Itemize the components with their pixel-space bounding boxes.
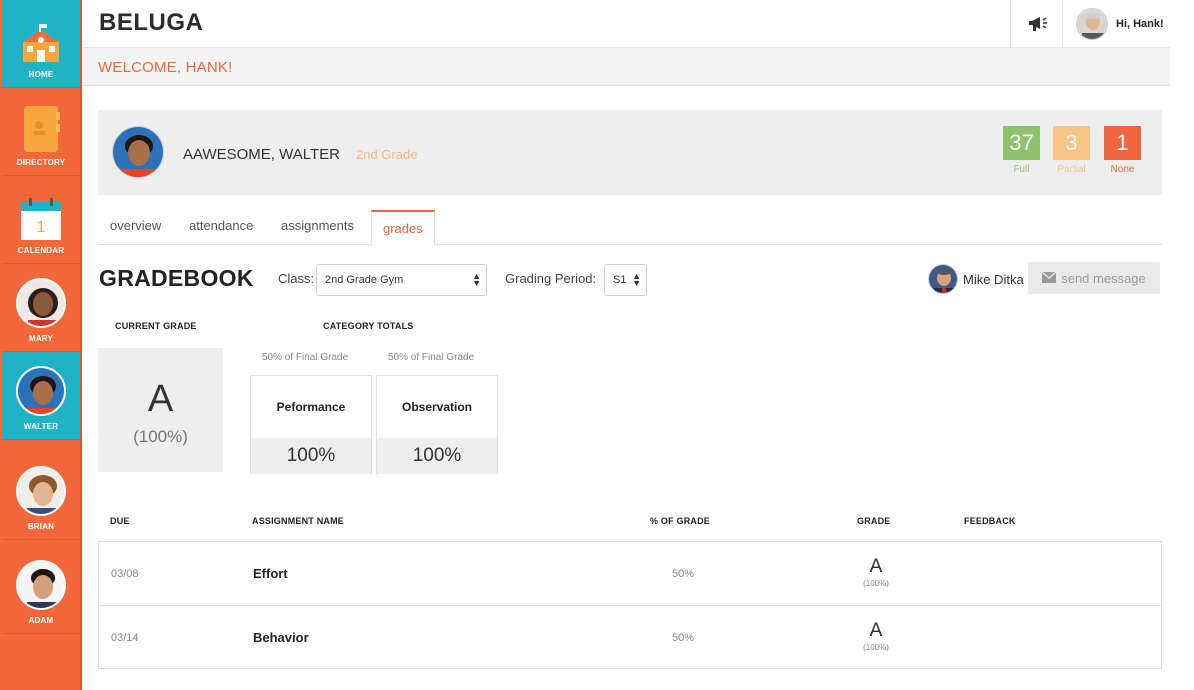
column-header-grade: GRADE xyxy=(857,516,891,526)
class-select-value: 2nd Grade Gym xyxy=(325,274,404,286)
sidebar-item-label: ADAM xyxy=(28,616,54,625)
tab-attendance[interactable]: attendance xyxy=(189,218,253,233)
welcome-bar: WELCOME, HANK! xyxy=(82,48,1170,86)
user-menu[interactable]: Hi, Hank! xyxy=(1076,8,1164,40)
stat-none: 1 None xyxy=(1104,126,1141,175)
category-totals-header: CATEGORY TOTALS xyxy=(323,321,414,331)
stat-full: 37 Full xyxy=(1003,126,1040,175)
category-weight-note: 50% of Final Grade xyxy=(388,352,475,363)
teacher-name: Mike Ditka xyxy=(963,271,1024,287)
calendar-icon: 1 xyxy=(21,198,61,240)
student-grade-level: 2nd Grade xyxy=(356,147,418,162)
assignment-grade: A (100%) xyxy=(851,556,901,588)
sidebar: HOME DIRECTORY 1 CALENDAR MARY WALTER BR… xyxy=(0,0,82,690)
page-title: GRADEBOOK xyxy=(99,265,254,291)
sidebar-item-label: HOME xyxy=(28,70,54,79)
grade-percent: (100%) xyxy=(863,643,889,652)
sidebar-item-directory[interactable]: DIRECTORY xyxy=(2,88,80,176)
category-value: 100% xyxy=(251,438,371,474)
current-grade-box: A (100%) xyxy=(98,348,223,472)
stat-partial: 3 Partial xyxy=(1053,126,1090,175)
svg-text:1: 1 xyxy=(37,219,46,236)
sidebar-item-label: WALTER xyxy=(23,422,59,431)
current-grade-letter: A xyxy=(147,378,174,420)
sidebar-item-brian[interactable]: BRIAN xyxy=(2,452,80,540)
column-header-percent-of-grade: % OF GRADE xyxy=(650,516,711,526)
category-name: Observation xyxy=(377,376,497,438)
school-icon xyxy=(19,24,63,64)
teacher-chip: Mike Ditka xyxy=(928,264,1024,294)
category-name: Peformance xyxy=(251,376,371,438)
sidebar-item-label: MARY xyxy=(28,334,54,343)
category-weight-note: 50% of Final Grade xyxy=(262,352,349,363)
select-caret-icon: ▲ ▼ xyxy=(632,271,641,288)
class-select[interactable]: 2nd Grade Gym ▲ ▼ xyxy=(316,264,487,296)
grading-period-label: Grading Period: xyxy=(505,271,597,286)
stat-value: 3 xyxy=(1053,126,1090,160)
assignments-table: 03/08 Effort 50% A (100%) 03/14 Behavior… xyxy=(98,541,1162,669)
send-message-button[interactable]: send message xyxy=(1028,262,1160,294)
avatar xyxy=(16,366,66,416)
directory-book-icon xyxy=(22,106,60,152)
select-caret-icon: ▲ ▼ xyxy=(472,271,481,288)
category-card-observation: Observation 100% xyxy=(376,375,498,474)
grading-period-value: S1 xyxy=(613,274,627,286)
avatar xyxy=(112,126,164,178)
stat-value: 37 xyxy=(1003,126,1040,160)
due-date: 03/14 xyxy=(111,632,139,644)
user-greeting: Hi, Hank! xyxy=(1116,18,1164,30)
assignment-name: Effort xyxy=(253,566,288,581)
due-date: 03/08 xyxy=(111,568,139,580)
sidebar-item-home[interactable]: HOME xyxy=(2,0,80,88)
percent-of-grade: 50% xyxy=(672,632,695,644)
table-row[interactable]: 03/08 Effort 50% A (100%) xyxy=(99,542,1161,605)
student-card: AAWESOME, WALTER 2nd Grade 37 Full 3 Par… xyxy=(98,110,1162,195)
megaphone-icon[interactable] xyxy=(1028,14,1050,34)
divider xyxy=(1010,0,1011,47)
student-name: AAWESOME, WALTER xyxy=(183,146,340,163)
avatar xyxy=(16,466,66,516)
class-label: Class: xyxy=(278,271,315,286)
sidebar-item-adam[interactable]: ADAM xyxy=(2,546,80,634)
tab-grades[interactable]: grades xyxy=(371,210,435,245)
tab-overview[interactable]: overview xyxy=(110,218,161,233)
table-row[interactable]: 03/14 Behavior 50% A (100%) xyxy=(99,605,1161,668)
grade-letter: A xyxy=(869,620,883,641)
assignment-grade: A (100%) xyxy=(851,620,901,652)
welcome-text: WELCOME, HANK! xyxy=(98,59,233,76)
avatar xyxy=(1076,8,1108,40)
envelope-icon xyxy=(1041,270,1057,286)
current-grade-header: CURRENT GRADE xyxy=(115,321,197,331)
tab-bar: overview attendance assignments grades xyxy=(98,210,1162,245)
sidebar-item-label: BRIAN xyxy=(27,522,55,531)
sidebar-item-walter[interactable]: WALTER xyxy=(2,352,80,440)
sidebar-item-mary[interactable]: MARY xyxy=(2,264,80,352)
avatar xyxy=(16,560,66,610)
sidebar-item-label: DIRECTORY xyxy=(16,158,66,167)
category-card-performance: Peformance 100% xyxy=(250,375,372,474)
grading-period-select[interactable]: S1 ▲ ▼ xyxy=(604,264,647,296)
avatar xyxy=(16,278,66,328)
avatar xyxy=(928,264,958,294)
current-grade-percent: (100%) xyxy=(133,427,188,446)
column-header-due: DUE xyxy=(110,516,130,526)
assignment-name: Behavior xyxy=(253,630,309,645)
grade-percent: (100%) xyxy=(863,579,889,588)
tab-assignments[interactable]: assignments xyxy=(281,218,354,233)
send-message-label: send message xyxy=(1061,270,1146,286)
percent-of-grade: 50% xyxy=(672,568,695,580)
column-header-feedback: FEEDBACK xyxy=(964,516,1016,526)
brand-logo: BELUGA xyxy=(99,9,204,36)
stat-label: Partial xyxy=(1057,164,1086,175)
column-header-assignment-name: ASSIGNMENT NAME xyxy=(252,516,345,526)
grade-letter: A xyxy=(869,556,883,577)
sidebar-item-label: CALENDAR xyxy=(17,246,65,255)
stat-label: Full xyxy=(1013,164,1030,175)
stat-label: None xyxy=(1110,164,1135,175)
divider xyxy=(1062,0,1063,47)
sidebar-item-calendar[interactable]: 1 CALENDAR xyxy=(2,176,80,264)
top-bar: BELUGA Hi, Hank! xyxy=(82,0,1170,48)
stat-value: 1 xyxy=(1104,126,1141,160)
category-value: 100% xyxy=(377,438,497,474)
